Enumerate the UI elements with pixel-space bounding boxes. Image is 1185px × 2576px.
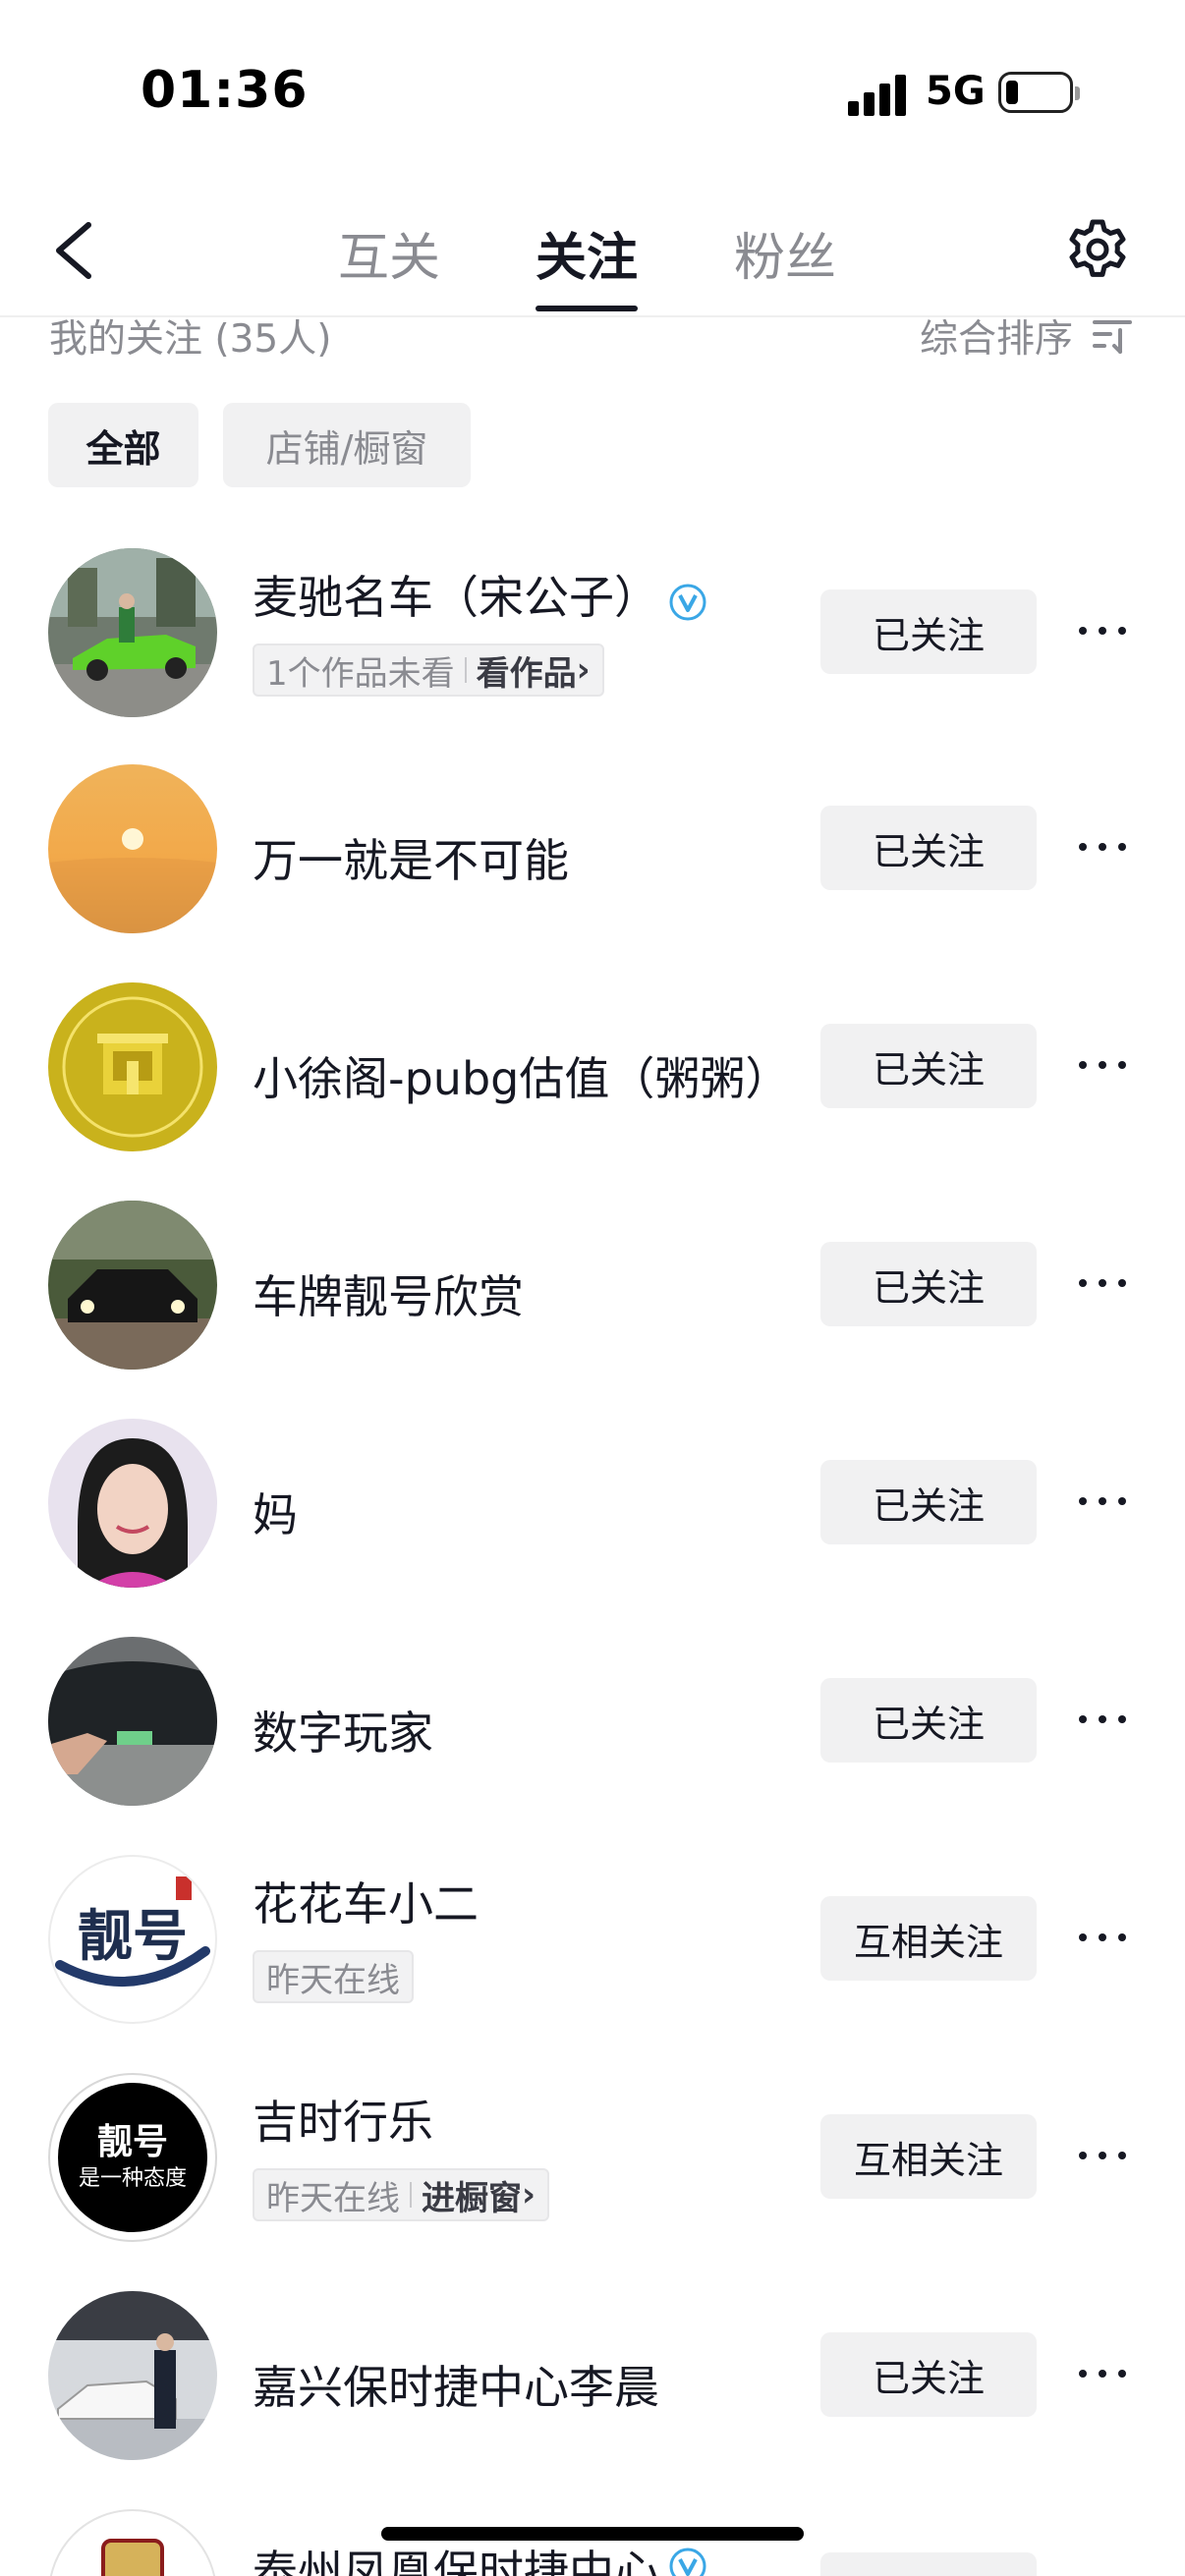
filter-shop-chip[interactable]: 店铺/橱窗	[223, 403, 471, 487]
green-sports-car-avatar[interactable]	[48, 548, 217, 717]
more-options-icon[interactable]	[1079, 1926, 1128, 1949]
sort-dropdown[interactable]: 综合排序	[920, 308, 1073, 364]
more-options-icon[interactable]	[1079, 2144, 1128, 2167]
user-name[interactable]: 万一就是不可能	[253, 825, 569, 890]
active-tab-indicator	[536, 306, 638, 311]
chevron-right-icon: ›	[576, 650, 591, 690]
game-trading-logo-avatar[interactable]	[48, 982, 217, 1151]
last-online: 昨天在线	[266, 2178, 400, 2218]
porsche-showroom-avatar[interactable]	[48, 2291, 217, 2460]
tesla-car-avatar[interactable]	[48, 1637, 217, 1806]
user-name[interactable]: 妈	[253, 1480, 298, 1544]
online-status-tag: 昨天在线	[253, 1950, 414, 2003]
unwatched-count: 1个作品未看	[266, 653, 455, 694]
follow-status-button[interactable]: 已关注	[820, 1242, 1037, 1326]
more-options-icon[interactable]	[1079, 1271, 1128, 1295]
follow-status-button[interactable]	[820, 2552, 1037, 2576]
black-logo-title: 靓号	[97, 2121, 168, 2162]
list-item[interactable]: 靓号 花花车小二 昨天在线 互相关注	[0, 1855, 1185, 2071]
follow-status-button[interactable]: 互相关注	[820, 2114, 1037, 2199]
user-name[interactable]: 泰州凤凰保时捷中心	[253, 2537, 659, 2576]
list-item[interactable]: 小徐阁-pubg估值（粥粥） 已关注	[0, 982, 1185, 1199]
user-name[interactable]: 小徐阁-pubg估值（粥粥）	[253, 1043, 790, 1108]
settings-gear-icon[interactable]	[1066, 218, 1129, 281]
list-item[interactable]: 靓号 是一种态度 吉时行乐 昨天在线 进橱窗 › 互相关注	[0, 2073, 1185, 2289]
sort-icon[interactable]	[1091, 316, 1134, 356]
user-name[interactable]: 麦驰名车（宋公子）	[253, 562, 659, 627]
follow-status-button[interactable]: 已关注	[820, 2332, 1037, 2417]
user-name[interactable]: 嘉兴保时捷中心李晨	[253, 2352, 659, 2417]
battery-icon	[998, 72, 1080, 113]
user-name[interactable]: 数字玩家	[253, 1698, 433, 1763]
last-online: 昨天在线	[266, 1960, 400, 2000]
verified-badge-icon	[669, 584, 706, 621]
signal-icon	[848, 75, 907, 116]
user-name[interactable]: 花花车小二	[253, 1869, 479, 1933]
calligraphy-logo-avatar[interactable]: 靓号	[48, 1855, 217, 2024]
list-item[interactable]: 麦驰名车（宋公子） 1个作品未看 看作品 › 已关注	[0, 548, 1185, 764]
follow-status-button[interactable]: 已关注	[820, 1460, 1037, 1544]
home-indicator[interactable]	[381, 2527, 804, 2541]
list-item[interactable]: 数字玩家 已关注	[0, 1637, 1185, 1853]
list-item[interactable]: 泰州凤凰保时捷中心	[0, 2509, 1185, 2576]
chevron-right-icon: ›	[522, 2175, 536, 2214]
porsche-logo-avatar[interactable]	[48, 2509, 217, 2576]
woman-portrait-avatar[interactable]	[48, 1419, 217, 1588]
list-item[interactable]: 万一就是不可能 已关注	[0, 764, 1185, 980]
user-name[interactable]: 车牌靓号欣赏	[253, 1261, 524, 1326]
black-logo-slogan: 是一种态度	[79, 2166, 187, 2191]
follow-status-button[interactable]: 已关注	[820, 806, 1037, 890]
follow-status-button[interactable]: 已关注	[820, 589, 1037, 674]
follow-status-button[interactable]: 已关注	[820, 1024, 1037, 1108]
network-type: 5G	[926, 69, 986, 114]
follow-status-button[interactable]: 互相关注	[820, 1896, 1037, 1981]
sunset-avatar[interactable]	[48, 764, 217, 933]
enter-shop-link[interactable]: 进橱窗	[422, 2171, 522, 2219]
unwatched-works-tag[interactable]: 1个作品未看 看作品 ›	[253, 644, 604, 697]
more-options-icon[interactable]	[1079, 619, 1128, 643]
back-arrow-icon[interactable]	[51, 221, 96, 280]
more-options-icon[interactable]	[1079, 2362, 1128, 2385]
tab-following[interactable]: 关注	[536, 216, 638, 290]
status-time: 01:36	[141, 61, 309, 120]
follow-status-button[interactable]: 已关注	[820, 1678, 1037, 1763]
list-item[interactable]: 车牌靓号欣赏 已关注	[0, 1201, 1185, 1417]
verified-badge-icon	[669, 2548, 706, 2576]
black-circle-logo-avatar[interactable]: 靓号 是一种态度	[48, 2073, 217, 2242]
black-car-avatar[interactable]	[48, 1201, 217, 1370]
tab-mutual[interactable]: 互关	[338, 216, 440, 290]
tab-fans[interactable]: 粉丝	[734, 216, 836, 290]
more-options-icon[interactable]	[1079, 835, 1128, 859]
more-options-icon[interactable]	[1079, 1053, 1128, 1077]
list-item[interactable]: 嘉兴保时捷中心李晨 已关注	[0, 2291, 1185, 2507]
filter-all-chip[interactable]: 全部	[48, 403, 198, 487]
view-works-link[interactable]: 看作品	[477, 646, 577, 695]
list-item[interactable]: 妈 已关注	[0, 1419, 1185, 1635]
more-options-icon[interactable]	[1079, 1708, 1128, 1731]
calligraphy-logo-text: 靓号	[78, 1904, 188, 1969]
more-options-icon[interactable]	[1079, 1489, 1128, 1513]
online-status-tag[interactable]: 昨天在线 进橱窗 ›	[253, 2168, 550, 2221]
following-count: 我的关注 (35人)	[49, 317, 332, 362]
user-name[interactable]: 吉时行乐	[253, 2087, 433, 2152]
